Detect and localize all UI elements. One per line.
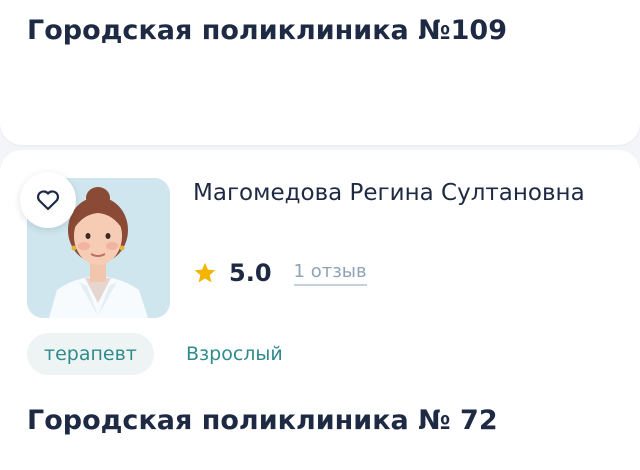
doctor-name[interactable]: Магомедова Регина Султановна: [193, 178, 613, 209]
specialty-chip[interactable]: терапевт: [27, 333, 154, 375]
clinic-title-second[interactable]: Городская поликлиника № 72: [27, 405, 498, 436]
clinic-title[interactable]: Городская поликлиника №109: [27, 15, 507, 46]
heart-icon: [36, 190, 60, 211]
age-group-tag: Взрослый: [186, 343, 283, 365]
star-icon: [194, 262, 216, 283]
favorite-button[interactable]: [20, 172, 76, 228]
reviews-link[interactable]: 1 отзыв: [293, 261, 367, 286]
clinic-card-top: Городская поликлиника №109: [0, 0, 640, 145]
rating-value: 5.0: [229, 259, 272, 287]
rating-row: 5.0 1 отзыв: [193, 257, 367, 289]
